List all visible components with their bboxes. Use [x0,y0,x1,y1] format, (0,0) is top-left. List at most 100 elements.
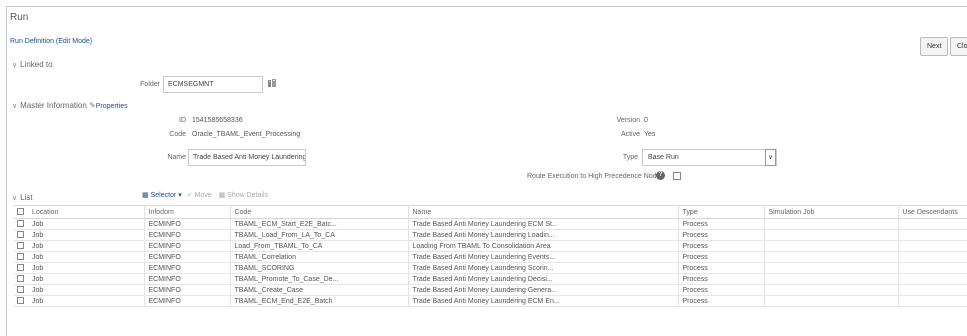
cell-infodom: ECMINFO [144,262,231,274]
show-details-button[interactable]: ▦ Show Details [219,192,268,199]
cell-code: TBAML_ECM_End_E2E_Batch [230,295,409,307]
column-header-name[interactable]: Name [408,205,679,219]
cell-location: Job [14,295,145,307]
route-execution-label: Route Execution to High Precedence Node [527,173,661,180]
cell-code: TBAML_Correlation [230,251,409,263]
row-checkbox[interactable] [17,297,24,304]
type-select[interactable]: Base Run ∨ [642,149,777,166]
cell-name: Trade Based Anti Money Laundering Loadin… [408,229,679,241]
cell-simulation-job [764,273,899,285]
cell-code: TBAML_Promote_To_Case_De... [230,273,409,285]
cell-code: TBAML_ECM_Start_E2E_Batc... [230,218,409,230]
cell-type: Process [678,262,765,274]
show-details-label: Show Details [227,192,269,199]
location-value: Job [32,265,44,272]
active-label: Active [620,131,640,138]
collapse-chevron-icon: ∨ [12,103,18,110]
active-value: Yes [644,131,656,138]
properties-link[interactable]: ✎Properties [89,101,128,110]
linked-to-section[interactable]: ∨ Linked to [12,60,53,69]
column-label: Location [32,209,59,216]
column-header-type[interactable]: Type [678,205,765,219]
table-header-row: Location Infodom Code Name Type Simulati… [14,205,967,219]
row-checkbox[interactable] [17,242,24,249]
properties-label: Properties [95,103,128,110]
collapse-chevron-icon: ∨ [12,62,18,69]
close-button[interactable]: Clos [950,37,967,56]
cell-type: Process [678,284,765,296]
cell-infodom: ECMINFO [144,251,231,263]
table-row[interactable]: Job ECMINFO TBAML_Promote_To_Case_De... Tra… [14,273,967,285]
column-header-code[interactable]: Code [230,205,409,219]
cell-use-descendants [898,229,967,241]
selector-icon: ▦ [142,192,149,199]
cell-use-descendants [898,218,967,230]
folder-field[interactable]: ECMSEGMNT [163,76,263,93]
cell-simulation-job [764,218,899,230]
cell-simulation-job [764,251,899,263]
move-button[interactable]: ✓ Move [187,192,212,199]
page-subtitle: Run Definition (Edit Mode) [10,38,93,45]
cell-use-descendants [898,262,967,274]
next-button[interactable]: Next [920,37,949,56]
master-information-section[interactable]: ∨ Master Information ✎Properties [12,101,128,110]
help-info-icon[interactable]: ? [656,171,665,180]
table-row[interactable]: Job ECMINFO TBAML_Load_From_LA_To_CA Trade … [14,229,967,241]
location-value: Job [32,254,44,261]
table-row[interactable]: Job ECMINFO TBAML_Correlation Trade Based A… [14,251,967,263]
name-field[interactable]: Trade Based Anti Money Laundering E [188,149,306,166]
row-checkbox[interactable] [17,275,24,282]
chevron-down-icon[interactable]: ∨ [765,149,776,166]
list-label: List [20,193,33,202]
cell-type: Process [678,240,765,252]
version-value: 0 [644,117,648,124]
id-label: ID [179,117,186,124]
table-row[interactable]: Job ECMINFO TBAML_ECM_Start_E2E_Batc... Tra… [14,218,967,230]
cell-code: TBAML_SCORING [230,262,409,274]
page-title: Run [10,12,29,23]
column-header-location[interactable]: Location [14,205,145,219]
cell-simulation-job [764,295,899,307]
cell-use-descendants [898,240,967,252]
table-row[interactable]: Job ECMINFO TBAML_ECM_End_E2E_Batch Trade B… [14,295,967,307]
column-header-infodom[interactable]: Infodom [144,205,231,219]
column-header-use-descendants[interactable]: Use Descendants [898,205,967,219]
name-label: Name [167,154,186,161]
version-label: Version [616,117,640,124]
row-checkbox[interactable] [17,231,24,238]
table-row[interactable]: Job ECMINFO Load_From_TBAML_To_CA Loading F… [14,240,967,252]
row-checkbox[interactable] [17,253,24,260]
select-all-checkbox[interactable] [17,208,24,215]
list-table: Location Infodom Code Name Type Simulati… [14,205,967,307]
list-section[interactable]: ∨ List [12,193,33,202]
folder-browse-icon[interactable] [267,78,277,88]
location-value: Job [32,232,44,239]
row-checkbox[interactable] [17,264,24,271]
cell-simulation-job [764,229,899,241]
table-row[interactable]: Job ECMINFO TBAML_Create_Case Trade Based A… [14,284,967,296]
cell-type: Process [678,218,765,230]
edit-properties-icon: ✎ [89,101,96,110]
selector-button[interactable]: ▦ Selector ▾ [142,192,182,199]
cell-use-descendants [898,273,967,285]
location-value: Job [32,298,44,305]
cell-name: Trade Based Anti Money Laundering ECM En… [408,295,679,307]
cell-simulation-job [764,262,899,274]
row-checkbox[interactable] [17,220,24,227]
cell-simulation-job [764,240,899,252]
cell-type: Process [678,295,765,307]
row-checkbox[interactable] [17,286,24,293]
cell-location: Job [14,229,145,241]
move-label: Move [194,192,212,199]
folder-label: Folder [140,81,160,88]
cell-location: Job [14,218,145,230]
cell-type: Process [678,251,765,263]
location-value: Job [32,221,44,228]
table-row[interactable]: Job ECMINFO TBAML_SCORING Trade Based Anti … [14,262,967,274]
column-header-simulation-job[interactable]: Simulation Job [764,205,899,219]
cell-infodom: ECMINFO [144,240,231,252]
type-label: Type [622,154,638,161]
route-execution-checkbox[interactable] [673,172,681,182]
list-toolbar: ▦ Selector ▾ ✓ Move ▦ Show Details [142,191,268,199]
code-value: Oracle_TBAML_Event_Processing [192,131,301,138]
